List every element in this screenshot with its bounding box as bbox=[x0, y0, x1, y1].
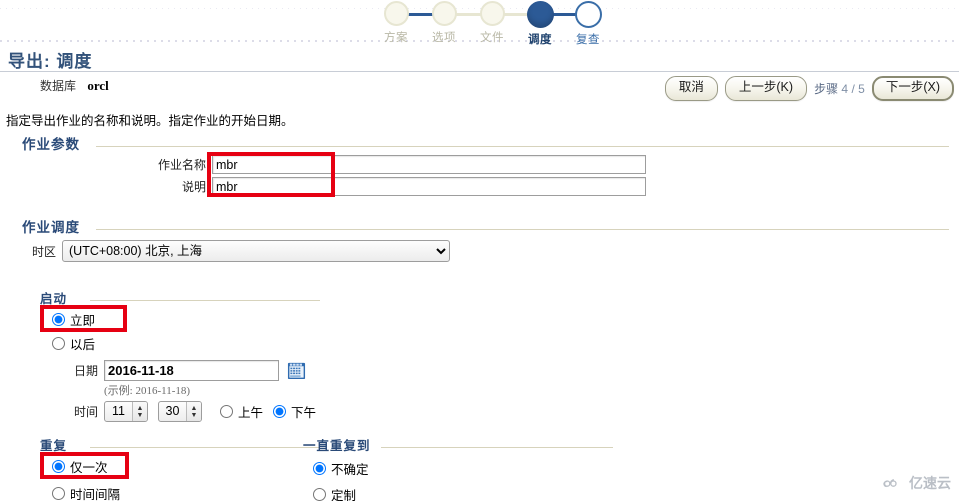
start-date-row: 日期 bbox=[64, 360, 306, 381]
wizard-step-4[interactable]: 复查 bbox=[564, 1, 612, 47]
job-name-row: 作业名称 bbox=[128, 155, 646, 174]
start-am-option[interactable]: 上午 bbox=[220, 402, 263, 421]
train-dot-icon bbox=[431, 1, 457, 26]
timezone-label: 时区 bbox=[31, 244, 56, 259]
job-name-input[interactable] bbox=[212, 155, 646, 174]
next-button[interactable]: 下一步(X) bbox=[871, 76, 954, 101]
wizard-step-label: 选项 bbox=[432, 32, 456, 44]
repeat-once-radio[interactable] bbox=[52, 460, 65, 473]
watermark-text: 亿速云 bbox=[909, 475, 951, 491]
step-counter: 步骤 4 / 5 bbox=[814, 80, 865, 97]
repeat-until-custom-label: 定制 bbox=[331, 489, 357, 501]
train-connector-icon bbox=[406, 13, 434, 16]
train-dot-icon bbox=[383, 1, 409, 26]
job-schedule-section-rule bbox=[96, 229, 949, 230]
timezone-select[interactable]: (UTC+08:00) 北京, 上海 bbox=[62, 240, 450, 262]
start-am-radio[interactable] bbox=[220, 405, 233, 418]
start-hour-stepper[interactable]: 11 ▲ ▼ bbox=[104, 401, 148, 422]
repeat-interval-option[interactable]: 时间间隔 bbox=[52, 484, 120, 501]
wizard-step-3[interactable]: 调度 bbox=[516, 1, 578, 47]
start-time-row: 时间 11 ▲ ▼ 30 ▲ ▼ 上午 下午 bbox=[64, 401, 316, 422]
repeat-until-indefinite-radio[interactable] bbox=[313, 462, 326, 475]
repeat-section-rule bbox=[90, 447, 320, 448]
export-schedule-page: 方案 选项 文件 调度 复查 导出: 调度 数据库 orcl 取消 上一步(K)… bbox=[0, 0, 959, 501]
start-later-label: 以后 bbox=[70, 338, 96, 352]
wizard-step-label: 调度 bbox=[528, 34, 552, 46]
step-counter-separator: / bbox=[851, 81, 855, 96]
database-row: 数据库 orcl bbox=[40, 77, 109, 94]
train-connector-icon bbox=[550, 13, 578, 16]
stepper-arrows-icon[interactable]: ▲ ▼ bbox=[186, 402, 201, 421]
watermark: 亿速云 bbox=[883, 473, 951, 493]
repeat-until-custom-option[interactable]: 定制 bbox=[313, 485, 356, 501]
start-pm-label: 下午 bbox=[291, 406, 317, 420]
start-minute-stepper[interactable]: 30 ▲ ▼ bbox=[158, 401, 202, 422]
wizard-train: 方案 选项 文件 调度 复查 bbox=[372, 1, 612, 47]
repeat-until-section-rule bbox=[381, 447, 613, 448]
start-am-label: 上午 bbox=[238, 406, 264, 420]
database-label: 数据库 bbox=[40, 79, 77, 93]
train-connector-icon bbox=[502, 13, 530, 16]
train-dot-icon bbox=[526, 1, 554, 28]
start-later-radio[interactable] bbox=[52, 337, 65, 350]
start-section-rule bbox=[90, 300, 320, 301]
repeat-until-section-title: 一直重复到 bbox=[303, 439, 371, 453]
train-dot-icon bbox=[574, 1, 602, 28]
job-description-label: 说明 bbox=[181, 180, 206, 194]
database-value: orcl bbox=[87, 78, 109, 93]
job-params-section-rule bbox=[96, 146, 949, 147]
job-params-section-title: 作业参数 bbox=[22, 137, 80, 152]
start-time-label: 时间 bbox=[73, 405, 98, 419]
start-minute-value: 30 bbox=[165, 404, 180, 418]
job-schedule-section-title: 作业调度 bbox=[22, 220, 80, 235]
step-counter-total: 5 bbox=[858, 81, 865, 96]
start-pm-radio[interactable] bbox=[273, 405, 287, 418]
wizard-step-0[interactable]: 方案 bbox=[372, 1, 434, 45]
start-hour-value: 11 bbox=[112, 404, 125, 418]
stepper-arrows-icon[interactable]: ▲ ▼ bbox=[132, 402, 147, 421]
wizard-step-2[interactable]: 文件 bbox=[468, 1, 530, 45]
wizard-button-bar: 取消 上一步(K) 步骤 4 / 5 下一步(X) bbox=[664, 76, 954, 101]
repeat-section-title: 重复 bbox=[40, 439, 68, 453]
cloud-icon bbox=[883, 475, 905, 492]
back-button[interactable]: 上一步(K) bbox=[724, 76, 808, 101]
start-date-label: 日期 bbox=[73, 364, 98, 378]
job-description-row: 说明 bbox=[128, 177, 646, 196]
timezone-row: 时区 (UTC+08:00) 北京, 上海 bbox=[22, 240, 450, 262]
step-counter-current: 4 bbox=[841, 81, 849, 96]
repeat-until-indefinite-label: 不确定 bbox=[331, 463, 369, 477]
start-date-input[interactable] bbox=[104, 360, 279, 381]
start-date-hint: (示例: 2016-11-18) bbox=[104, 385, 191, 397]
repeat-until-custom-radio[interactable] bbox=[313, 488, 326, 501]
repeat-once-label: 仅一次 bbox=[70, 461, 108, 475]
train-dot-icon bbox=[479, 1, 505, 26]
start-later-option[interactable]: 以后 bbox=[52, 334, 95, 353]
start-pm-option[interactable]: 下午 bbox=[273, 402, 316, 421]
start-section-title: 启动 bbox=[40, 292, 68, 306]
job-description-input[interactable] bbox=[212, 177, 646, 196]
repeat-until-indefinite-option[interactable]: 不确定 bbox=[313, 459, 369, 478]
page-title: 导出: 调度 bbox=[8, 52, 93, 71]
wizard-step-label: 复查 bbox=[576, 34, 600, 46]
title-divider bbox=[0, 71, 959, 72]
start-immediate-label: 立即 bbox=[70, 314, 96, 328]
wizard-train-band: 方案 选项 文件 调度 复查 bbox=[0, 0, 959, 46]
start-immediate-radio[interactable] bbox=[52, 313, 65, 326]
calendar-icon[interactable] bbox=[287, 361, 306, 380]
instruction-text: 指定导出作业的名称和说明。指定作业的开始日期。 bbox=[6, 114, 294, 128]
wizard-step-label: 方案 bbox=[384, 32, 408, 44]
job-name-label: 作业名称 bbox=[157, 158, 206, 172]
start-immediate-option[interactable]: 立即 bbox=[52, 310, 95, 329]
repeat-interval-label: 时间间隔 bbox=[70, 488, 121, 501]
repeat-interval-radio[interactable] bbox=[52, 487, 65, 500]
wizard-step-1[interactable]: 选项 bbox=[420, 1, 482, 45]
wizard-step-label: 文件 bbox=[480, 32, 504, 44]
cancel-button[interactable]: 取消 bbox=[664, 76, 718, 101]
train-connector-icon bbox=[454, 13, 482, 16]
repeat-once-option[interactable]: 仅一次 bbox=[52, 457, 108, 476]
step-counter-label: 步骤 bbox=[814, 81, 839, 96]
